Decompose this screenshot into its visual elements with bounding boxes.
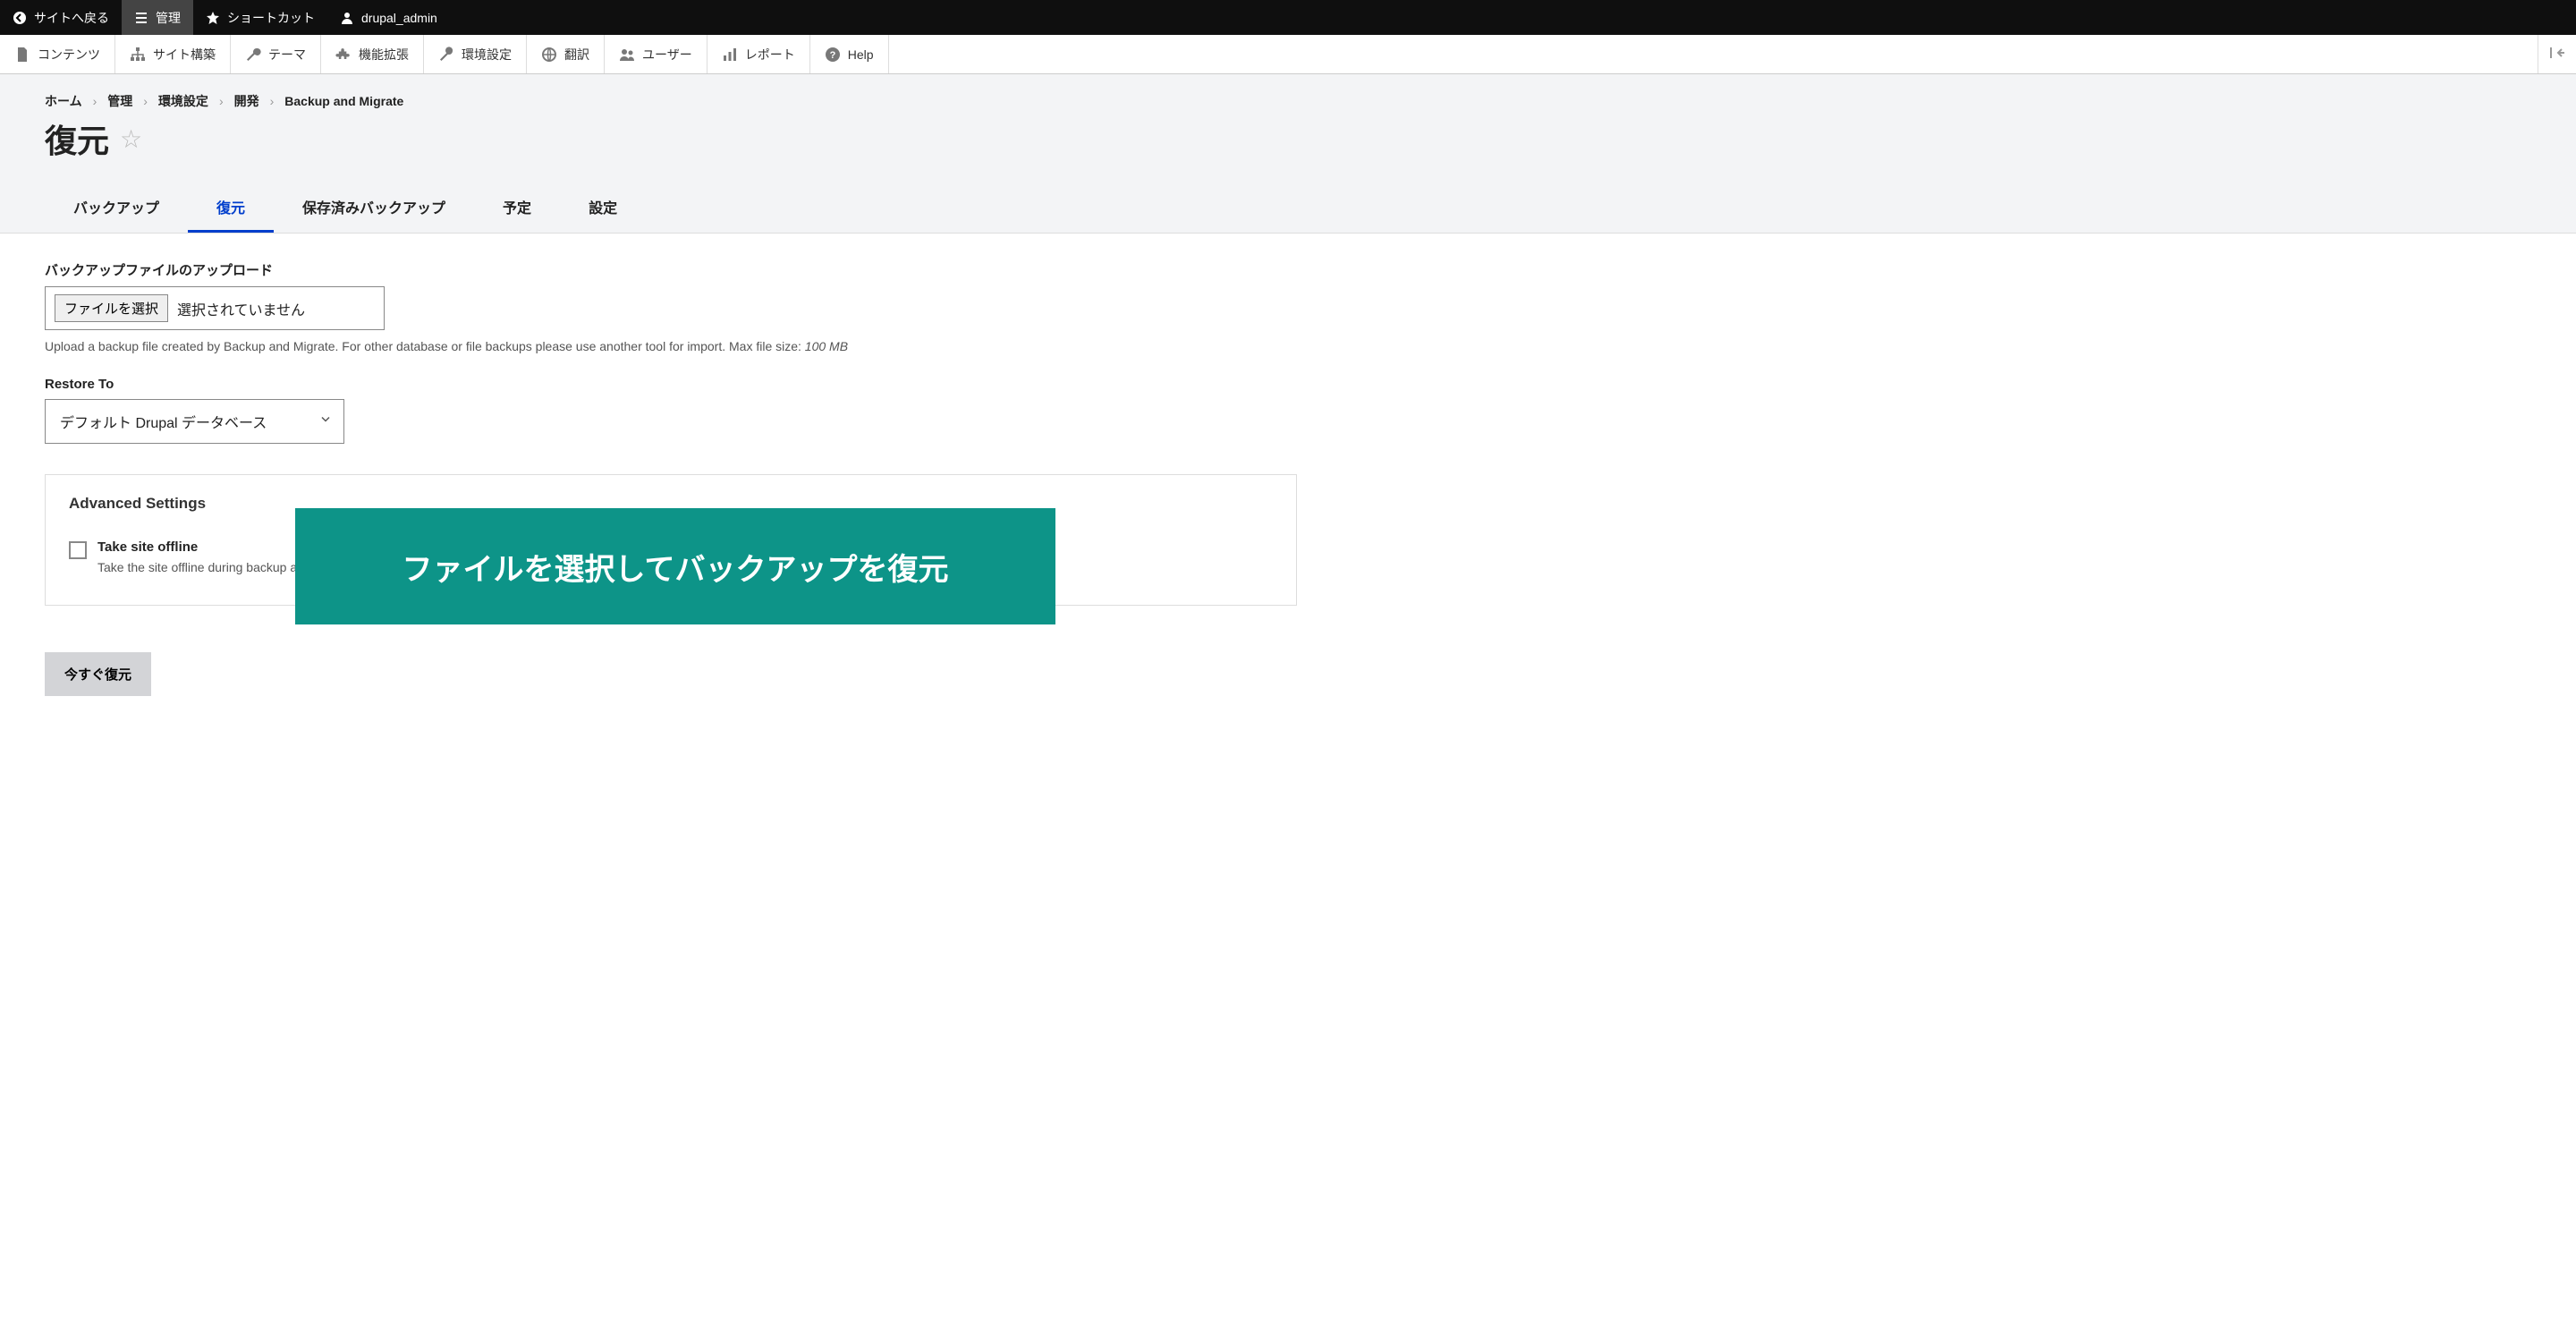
restore-to-label: Restore To bbox=[45, 377, 1297, 392]
upload-help-text: Upload a backup file created by Backup a… bbox=[45, 339, 1297, 353]
toolbar-content-label: コンテンツ bbox=[38, 46, 100, 64]
tab-restore[interactable]: 復元 bbox=[188, 183, 274, 233]
tab-backup[interactable]: バックアップ bbox=[45, 183, 188, 233]
tab-schedule[interactable]: 予定 bbox=[474, 183, 560, 233]
chart-icon bbox=[722, 47, 738, 63]
breadcrumb-item[interactable]: Backup and Migrate bbox=[284, 94, 403, 108]
toolbar-appearance[interactable]: テーマ bbox=[231, 35, 321, 73]
breadcrumb-sep: › bbox=[93, 94, 97, 108]
puzzle-icon bbox=[335, 47, 352, 63]
shortcuts-label: ショートカット bbox=[227, 9, 315, 27]
choose-file-button[interactable]: ファイルを選択 bbox=[55, 294, 168, 322]
breadcrumb: ホーム › 管理 › 環境設定 › 開発 › Backup and Migrat… bbox=[45, 92, 2531, 110]
breadcrumb-sep: › bbox=[143, 94, 148, 108]
toolbar-help[interactable]: ? Help bbox=[810, 35, 889, 73]
favorite-star-icon[interactable]: ☆ bbox=[120, 124, 142, 154]
hamburger-icon bbox=[134, 11, 148, 25]
toolbar-appearance-label: テーマ bbox=[268, 46, 306, 64]
instruction-overlay-text: ファイルを選択してバックアップを復元 bbox=[402, 545, 949, 589]
shortcuts-link[interactable]: ショートカット bbox=[193, 0, 327, 35]
people-icon bbox=[619, 47, 635, 63]
breadcrumb-item[interactable]: 環境設定 bbox=[158, 92, 208, 110]
collapse-icon bbox=[2549, 45, 2565, 64]
admin-topbar: サイトへ戻る 管理 ショートカット drupal_admin bbox=[0, 0, 2576, 35]
breadcrumb-sep: › bbox=[270, 94, 275, 108]
toolbar-configuration[interactable]: 環境設定 bbox=[424, 35, 527, 73]
toolbar-people[interactable]: ユーザー bbox=[605, 35, 708, 73]
file-icon bbox=[14, 47, 30, 63]
user-icon bbox=[340, 11, 354, 25]
wrench-icon bbox=[245, 47, 261, 63]
toolbar-configuration-label: 環境設定 bbox=[462, 46, 512, 64]
manage-toggle[interactable]: 管理 bbox=[122, 0, 193, 35]
main-content: バックアップファイルのアップロード ファイルを選択 選択されていません Uplo… bbox=[0, 234, 1342, 723]
back-to-site-link[interactable]: サイトへ戻る bbox=[0, 0, 122, 35]
restore-to-select[interactable]: デフォルト Drupal データベース bbox=[45, 399, 344, 444]
file-selected-status: 選択されていません bbox=[177, 298, 305, 319]
take-offline-label: Take site offline bbox=[97, 539, 297, 555]
tabs: バックアップ 復元 保存済みバックアップ 予定 設定 bbox=[45, 183, 2531, 233]
breadcrumb-item[interactable]: 管理 bbox=[107, 92, 132, 110]
toolbar-structure[interactable]: サイト構築 bbox=[115, 35, 231, 73]
take-offline-checkbox[interactable] bbox=[69, 541, 87, 559]
take-offline-desc: Take the site offline during backup a bbox=[97, 560, 297, 574]
upload-help-size: 100 MB bbox=[805, 339, 848, 353]
toolbar-reports[interactable]: レポート bbox=[708, 35, 810, 73]
svg-text:?: ? bbox=[829, 50, 835, 61]
structure-icon bbox=[130, 47, 146, 63]
user-menu[interactable]: drupal_admin bbox=[327, 0, 450, 35]
upload-label: バックアップファイルのアップロード bbox=[45, 260, 1297, 279]
star-icon bbox=[206, 11, 220, 25]
page-header: ホーム › 管理 › 環境設定 › 開発 › Backup and Migrat… bbox=[0, 74, 2576, 234]
toolbar-reports-label: レポート bbox=[745, 46, 795, 64]
toolbar-collapse[interactable] bbox=[2538, 35, 2576, 73]
user-label: drupal_admin bbox=[361, 11, 437, 25]
file-input[interactable]: ファイルを選択 選択されていません bbox=[45, 286, 385, 330]
toolbar-translate[interactable]: 翻訳 bbox=[527, 35, 605, 73]
tab-settings[interactable]: 設定 bbox=[560, 183, 646, 233]
back-arrow-icon bbox=[13, 11, 27, 25]
toolbar-extend[interactable]: 機能拡張 bbox=[321, 35, 424, 73]
toolbar-content[interactable]: コンテンツ bbox=[0, 35, 115, 73]
toolbar-extend-label: 機能拡張 bbox=[359, 46, 409, 64]
breadcrumb-item[interactable]: 開発 bbox=[234, 92, 259, 110]
page-title: 復元 bbox=[45, 115, 109, 162]
toolbar-help-label: Help bbox=[848, 47, 874, 62]
breadcrumb-sep: › bbox=[219, 94, 224, 108]
toolbar-translate-label: 翻訳 bbox=[564, 46, 589, 64]
tab-saved[interactable]: 保存済みバックアップ bbox=[274, 183, 474, 233]
wrench2-icon bbox=[438, 47, 454, 63]
restore-now-button[interactable]: 今すぐ復元 bbox=[45, 652, 151, 696]
toolbar-structure-label: サイト構築 bbox=[153, 46, 216, 64]
admin-toolbar: コンテンツ サイト構築 テーマ 機能拡張 環境設定 翻訳 ユーザー レポート ?… bbox=[0, 35, 2576, 74]
manage-label: 管理 bbox=[156, 9, 181, 27]
globe-icon bbox=[541, 47, 557, 63]
upload-help-prefix: Upload a backup file created by Backup a… bbox=[45, 339, 805, 353]
instruction-overlay: ファイルを選択してバックアップを復元 bbox=[295, 508, 1055, 624]
back-to-site-label: サイトへ戻る bbox=[34, 9, 109, 27]
help-icon: ? bbox=[825, 47, 841, 63]
toolbar-people-label: ユーザー bbox=[642, 46, 692, 64]
breadcrumb-item[interactable]: ホーム bbox=[45, 92, 82, 110]
